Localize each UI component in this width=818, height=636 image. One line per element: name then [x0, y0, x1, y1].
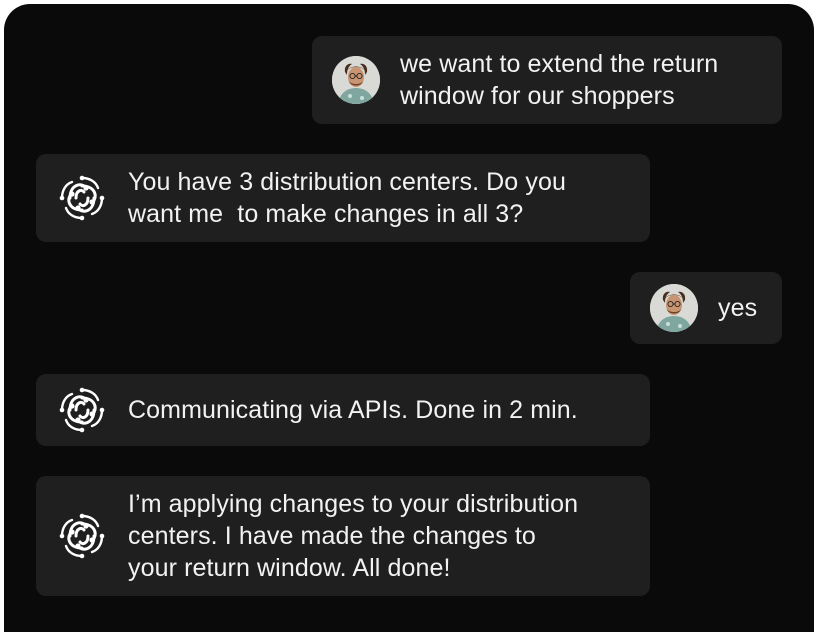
message-text: yes	[718, 294, 758, 322]
user-avatar	[650, 284, 698, 332]
assistant-logo-icon	[56, 172, 108, 224]
assistant-message-bubble: You have 3 distribution centers. Do you …	[36, 154, 650, 242]
chat-panel: we want to extend the return window for …	[4, 4, 814, 632]
user-message-bubble: yes	[630, 272, 782, 344]
user-avatar-photo	[332, 56, 380, 104]
user-avatar-photo	[650, 284, 698, 332]
assistant-message-bubble: I’m applying changes to your distributio…	[36, 476, 650, 596]
message-text: You have 3 distribution centers. Do you …	[128, 168, 566, 228]
message-text: we want to extend the return window for …	[400, 50, 719, 110]
assistant-message-bubble: Communicating via APIs. Done in 2 min.	[36, 374, 650, 446]
user-message-bubble: we want to extend the return window for …	[312, 36, 782, 124]
user-avatar	[332, 56, 380, 104]
assistant-logo-icon	[56, 384, 108, 436]
message-text: Communicating via APIs. Done in 2 min.	[128, 396, 578, 424]
assistant-logo-icon	[56, 510, 108, 562]
message-text: I’m applying changes to your distributio…	[128, 490, 579, 582]
